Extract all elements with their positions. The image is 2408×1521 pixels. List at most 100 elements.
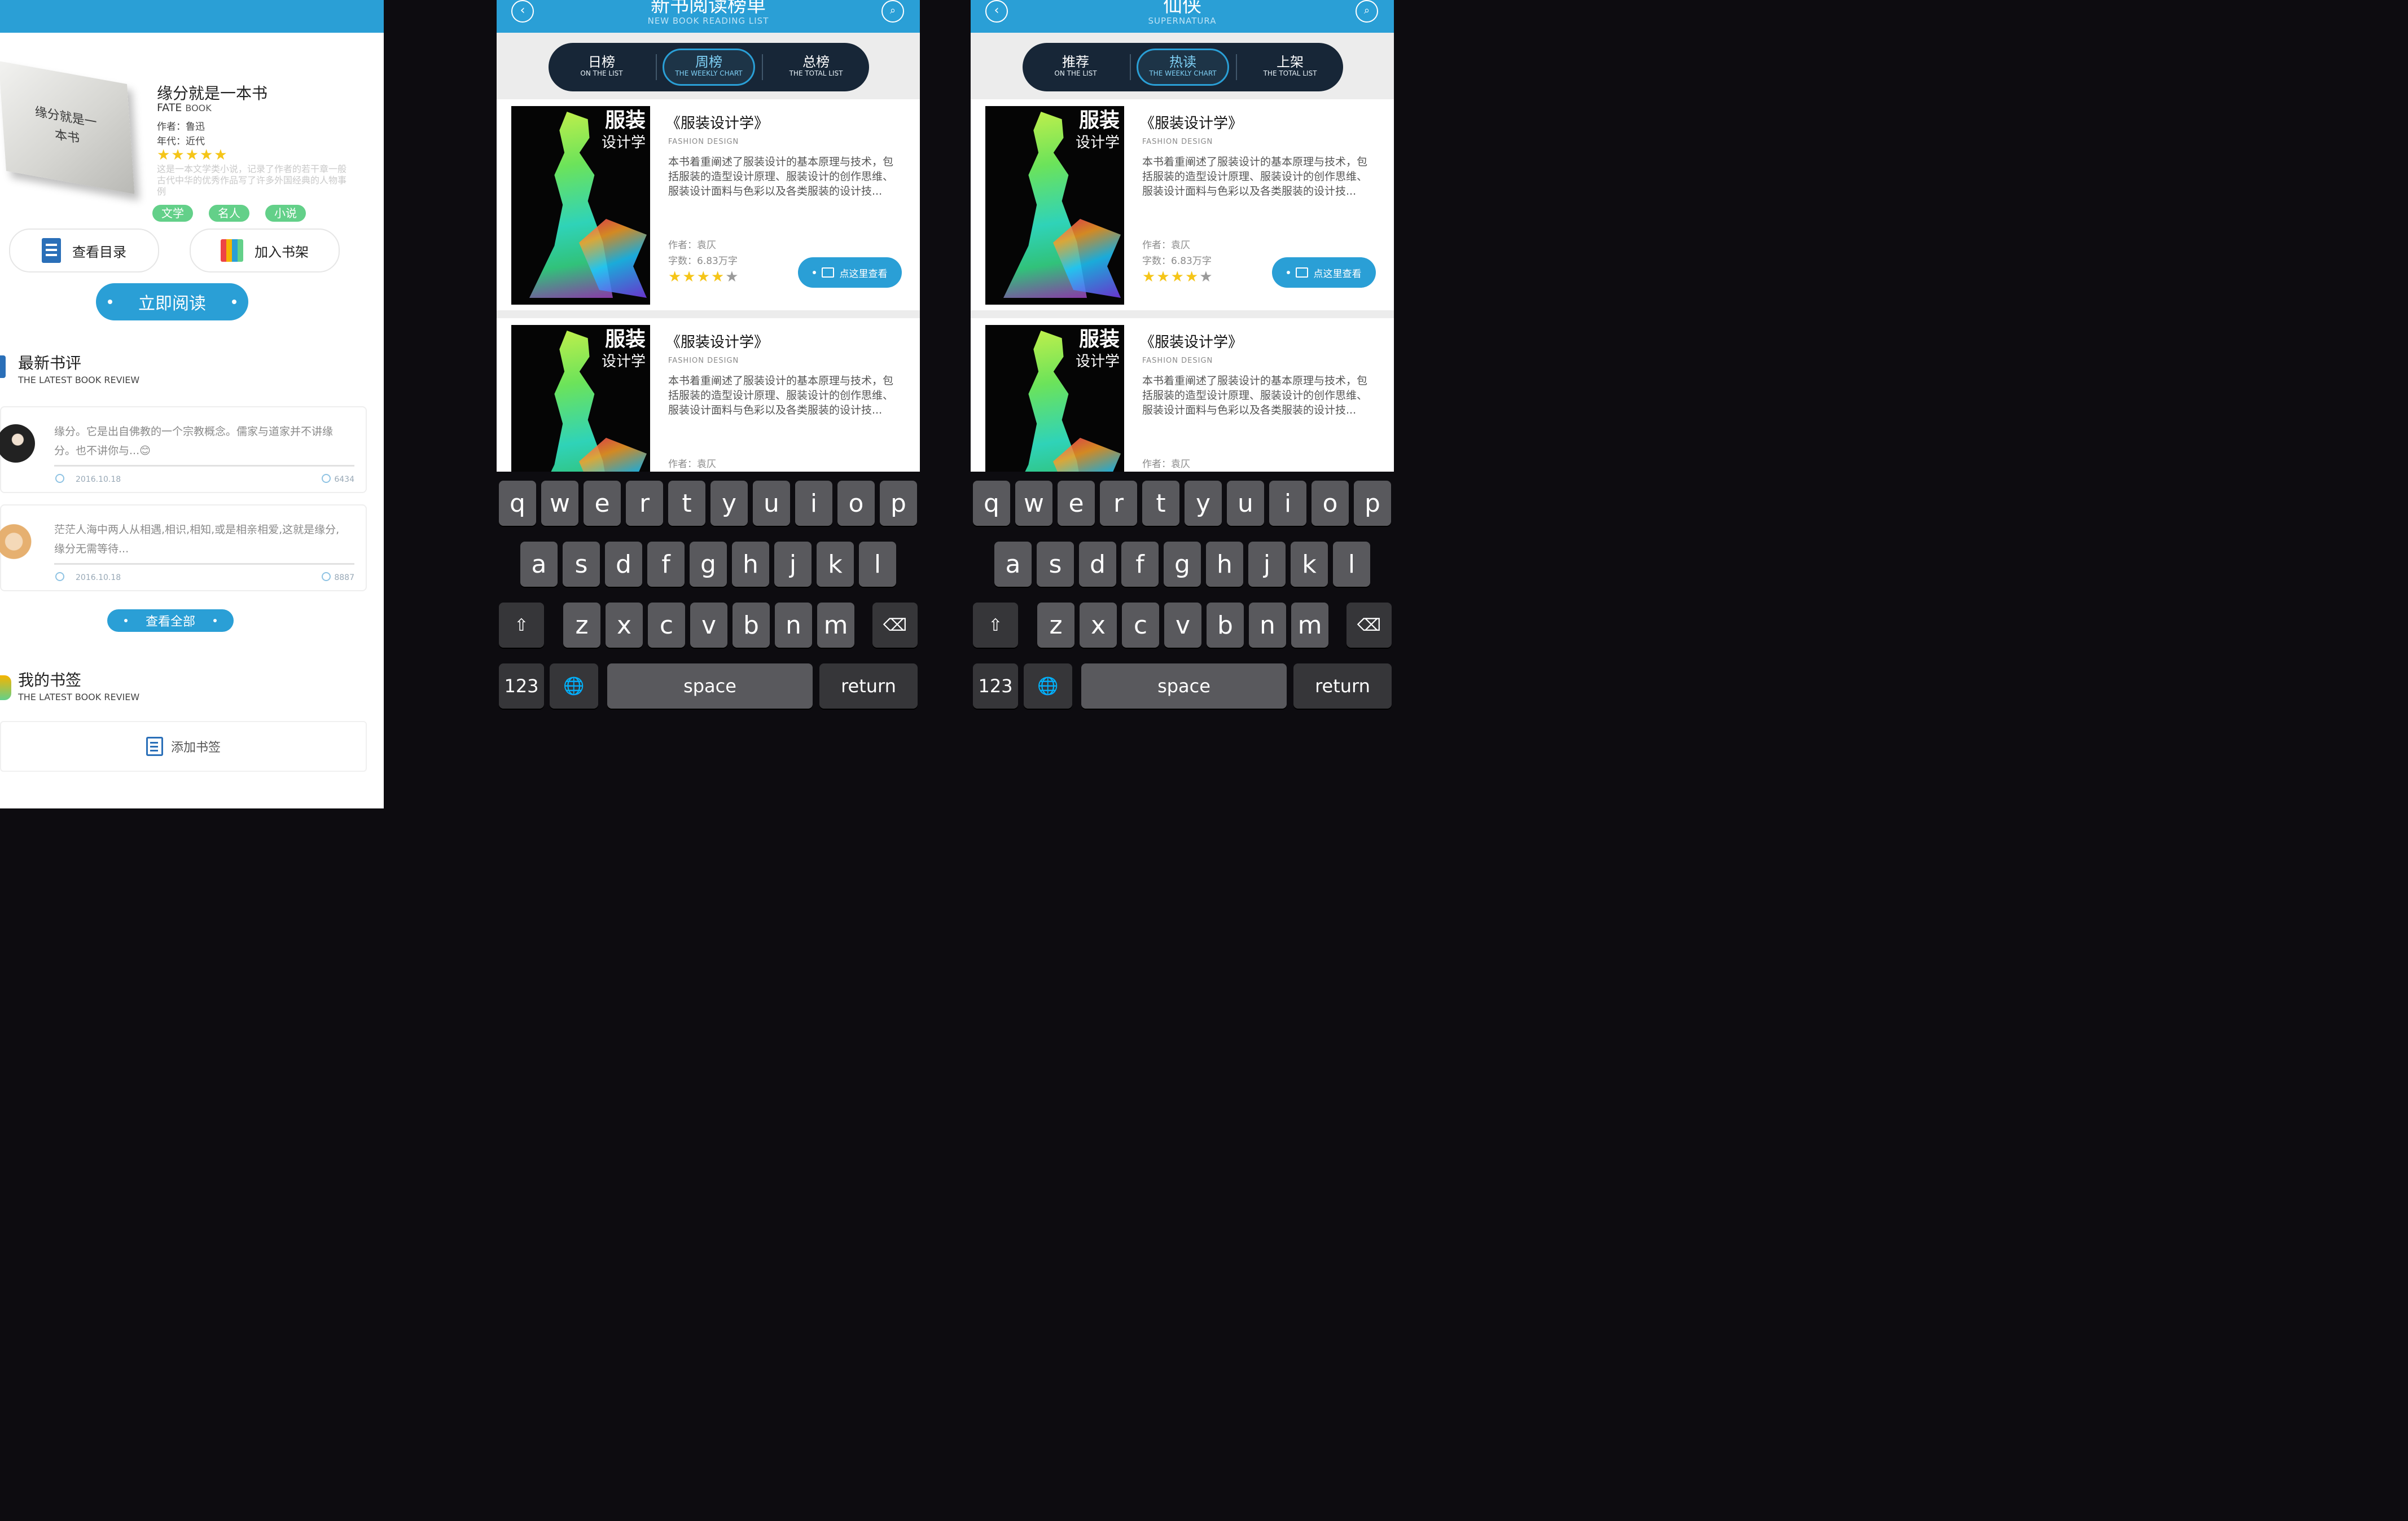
- read-now-button[interactable]: 立即阅读: [96, 283, 248, 320]
- add-bookmark-button[interactable]: 添加书签: [0, 721, 367, 772]
- key-k[interactable]: k: [1291, 542, 1328, 587]
- tab-daily[interactable]: 日榜 ON THE LIST: [555, 49, 648, 86]
- book-title[interactable]: 《服装设计学》: [666, 331, 769, 351]
- book-title[interactable]: 《服装设计学》: [666, 112, 769, 133]
- return-key[interactable]: return: [819, 663, 918, 709]
- tab-hot[interactable]: 热读 THE WEEKLY CHART: [1137, 49, 1229, 86]
- key-i[interactable]: i: [1269, 481, 1306, 526]
- book-card[interactable]: 服装 设计学 《服装设计学》 FASHION DESIGN 本书着重阐述了服装设…: [497, 99, 920, 310]
- eye-icon: [322, 572, 331, 581]
- key-z[interactable]: z: [563, 603, 600, 648]
- tab-recommend[interactable]: 推荐 ON THE LIST: [1029, 49, 1122, 86]
- key-x[interactable]: x: [1080, 603, 1117, 648]
- globe-icon[interactable]: 🌐: [550, 663, 598, 709]
- shift-icon[interactable]: ⇧: [973, 603, 1018, 648]
- key-c[interactable]: c: [1122, 603, 1159, 648]
- book-author: 作者：袁仄: [1142, 240, 1190, 251]
- key-s[interactable]: s: [563, 542, 600, 587]
- book-cover[interactable]: 服装 设计学: [511, 106, 650, 305]
- key-g[interactable]: g: [1164, 542, 1201, 587]
- key-o[interactable]: o: [837, 481, 875, 526]
- key-p[interactable]: p: [1354, 481, 1391, 526]
- key-u[interactable]: u: [753, 481, 790, 526]
- tab-weekly[interactable]: 周榜 THE WEEKLY CHART: [663, 49, 755, 86]
- book-cover[interactable]: 服装 设计学: [985, 106, 1124, 305]
- key-m[interactable]: m: [1291, 603, 1328, 648]
- view-catalog-button[interactable]: 查看目录: [9, 228, 159, 272]
- key-d[interactable]: d: [605, 542, 642, 587]
- key-x[interactable]: x: [606, 603, 643, 648]
- key-q[interactable]: q: [973, 481, 1010, 526]
- key-b[interactable]: b: [1207, 603, 1244, 648]
- key-p[interactable]: p: [880, 481, 917, 526]
- tag-celebrity[interactable]: 名人: [209, 205, 249, 222]
- key-q[interactable]: q: [499, 481, 536, 526]
- key-i[interactable]: i: [795, 481, 832, 526]
- tab-new-arrivals[interactable]: 上架 THE TOTAL LIST: [1244, 49, 1336, 86]
- key-j[interactable]: j: [774, 542, 812, 587]
- view-all-button[interactable]: 查看全部: [107, 609, 234, 632]
- key-t[interactable]: t: [1142, 481, 1179, 526]
- review-card[interactable]: 缘分。它是出自佛教的一个宗教概念。儒家与道家并不讲缘分。也不讲你与...😊 20…: [0, 406, 367, 493]
- tag-literature[interactable]: 文学: [152, 205, 193, 222]
- key-j[interactable]: j: [1248, 542, 1286, 587]
- key-r[interactable]: r: [1100, 481, 1137, 526]
- numbers-key[interactable]: 123: [499, 663, 544, 709]
- key-f[interactable]: f: [1121, 542, 1159, 587]
- key-b[interactable]: b: [733, 603, 770, 648]
- numbers-key[interactable]: 123: [973, 663, 1018, 709]
- book-title[interactable]: 《服装设计学》: [1140, 112, 1243, 133]
- search-icon[interactable]: ⌕: [881, 0, 904, 23]
- book-card[interactable]: 服装 设计学 《服装设计学》 FASHION DESIGN 本书着重阐述了服装设…: [497, 318, 920, 472]
- key-w[interactable]: w: [541, 481, 578, 526]
- space-key[interactable]: space: [1081, 663, 1287, 709]
- key-e[interactable]: e: [584, 481, 621, 526]
- book-card[interactable]: 服装 设计学 《服装设计学》 FASHION DESIGN 本书着重阐述了服装设…: [971, 318, 1394, 472]
- key-c[interactable]: c: [648, 603, 685, 648]
- book-cover[interactable]: 服装 设计学: [985, 325, 1124, 472]
- key-s[interactable]: s: [1037, 542, 1074, 587]
- key-a[interactable]: a: [520, 542, 558, 587]
- key-o[interactable]: o: [1312, 481, 1349, 526]
- add-to-shelf-button[interactable]: 加入书架: [190, 228, 340, 272]
- return-key[interactable]: return: [1293, 663, 1392, 709]
- space-key[interactable]: space: [607, 663, 813, 709]
- delete-icon[interactable]: ⌫: [872, 603, 918, 648]
- shift-icon[interactable]: ⇧: [499, 603, 544, 648]
- key-l[interactable]: l: [859, 542, 896, 587]
- key-v[interactable]: v: [1164, 603, 1201, 648]
- key-a[interactable]: a: [994, 542, 1032, 587]
- key-w[interactable]: w: [1015, 481, 1052, 526]
- key-h[interactable]: h: [1206, 542, 1243, 587]
- key-y[interactable]: y: [710, 481, 748, 526]
- key-u[interactable]: u: [1227, 481, 1264, 526]
- delete-icon[interactable]: ⌫: [1346, 603, 1392, 648]
- book-cover[interactable]: 服装 设计学: [511, 325, 650, 472]
- book-title[interactable]: 《服装设计学》: [1140, 331, 1243, 351]
- key-f[interactable]: f: [647, 542, 685, 587]
- review-card[interactable]: 茫茫人海中两人从相遇,相识,相知,或是相亲相爱,这就是缘分,缘分无需等待... …: [0, 504, 367, 591]
- book-card[interactable]: 服装 设计学 《服装设计学》 FASHION DESIGN 本书着重阐述了服装设…: [971, 99, 1394, 310]
- key-k[interactable]: k: [817, 542, 854, 587]
- view-book-button[interactable]: 点这里查看: [798, 257, 902, 288]
- key-v[interactable]: v: [690, 603, 727, 648]
- search-icon[interactable]: ⌕: [1356, 0, 1378, 23]
- key-r[interactable]: r: [626, 481, 663, 526]
- key-t[interactable]: t: [668, 481, 705, 526]
- view-book-button[interactable]: 点这里查看: [1272, 257, 1376, 288]
- key-l[interactable]: l: [1333, 542, 1370, 587]
- key-m[interactable]: m: [817, 603, 854, 648]
- cover-title: 设计学: [1075, 134, 1120, 151]
- tag-novel[interactable]: 小说: [265, 205, 306, 222]
- tab-total[interactable]: 总榜 THE TOTAL LIST: [770, 49, 862, 86]
- key-n[interactable]: n: [1249, 603, 1286, 648]
- key-z[interactable]: z: [1037, 603, 1074, 648]
- key-h[interactable]: h: [732, 542, 769, 587]
- globe-icon[interactable]: 🌐: [1024, 663, 1072, 709]
- key-d[interactable]: d: [1079, 542, 1116, 587]
- key-y[interactable]: y: [1185, 481, 1222, 526]
- key-e[interactable]: e: [1058, 481, 1095, 526]
- divider: [656, 54, 657, 80]
- key-g[interactable]: g: [690, 542, 727, 587]
- key-n[interactable]: n: [775, 603, 812, 648]
